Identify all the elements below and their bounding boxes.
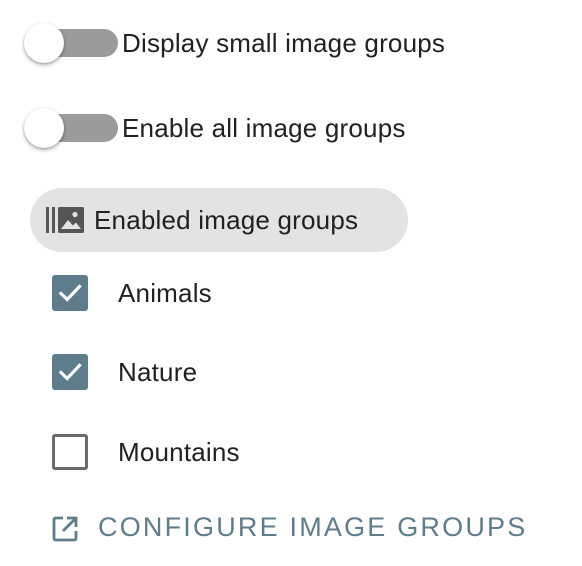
animals-checkbox[interactable]	[52, 275, 88, 311]
display-small-groups-label: Display small image groups	[122, 28, 446, 58]
enabled-image-groups-chip: Enabled image groups	[30, 188, 408, 252]
display-small-groups-switch[interactable]	[24, 21, 118, 65]
open-in-new-icon	[50, 514, 80, 544]
toggle-row-display-small-groups: Display small image groups	[0, 21, 560, 65]
photo-library-icon	[46, 206, 84, 234]
switch-thumb[interactable]	[24, 108, 64, 148]
mountains-checkbox[interactable]	[52, 434, 88, 470]
nature-checkbox[interactable]	[52, 354, 88, 390]
animals-label: Animals	[118, 278, 212, 308]
configure-image-groups-label: CONFIGURE IMAGE GROUPS	[98, 512, 528, 542]
switch-thumb[interactable]	[24, 23, 64, 63]
enable-all-groups-switch[interactable]	[24, 106, 118, 150]
mountains-label: Mountains	[118, 437, 240, 467]
configure-image-groups-button[interactable]: CONFIGURE IMAGE GROUPS	[46, 504, 566, 550]
nature-label: Nature	[118, 357, 198, 387]
group-row-nature: Nature	[48, 350, 448, 394]
group-row-animals: Animals	[48, 271, 448, 315]
group-row-mountains: Mountains	[48, 430, 448, 474]
enabled-image-groups-title: Enabled image groups	[94, 205, 359, 235]
enable-all-groups-label: Enable all image groups	[122, 113, 406, 143]
checkmark-icon	[58, 284, 82, 302]
checkmark-icon	[58, 363, 82, 381]
toggle-row-enable-all-groups: Enable all image groups	[0, 106, 560, 150]
